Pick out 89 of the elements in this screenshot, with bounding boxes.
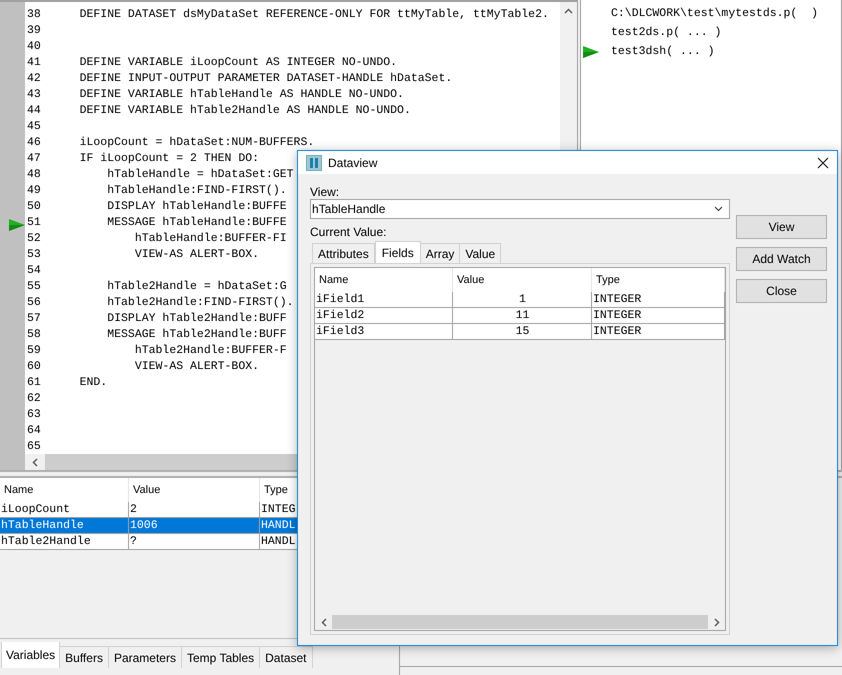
line-number: 60	[26, 359, 42, 376]
code-line: DEFINE VARIABLE hTable2Handle AS HANDLE NO-UNDO.	[78, 103, 411, 120]
code-line: DISPLAY hTable2Handle:BUFF	[106, 311, 287, 328]
tab[interactable]: Fields	[374, 241, 421, 263]
code-line: END.	[78, 375, 108, 392]
line-number: 47	[26, 151, 42, 168]
line-number: 49	[26, 183, 42, 200]
line-number: 65	[26, 439, 42, 456]
view-label: View:	[310, 184, 340, 199]
dialog-button[interactable]: Close	[736, 279, 827, 303]
line-number: 44	[26, 103, 42, 120]
table-cell: 1	[453, 292, 592, 307]
code-line: VIEW-AS ALERT-BOX.	[134, 359, 260, 376]
line-number: 56	[26, 295, 42, 312]
call-stack-item[interactable]: test2ds.p( ... )	[611, 24, 722, 42]
table-cell: INTEGER	[592, 324, 725, 339]
code-line: hTable2Handle:FIND-FIRST().	[106, 295, 294, 312]
tab[interactable]: Buffers	[60, 646, 109, 668]
code-line: MESSAGE hTableHandle:BUFFE	[106, 215, 287, 232]
close-icon[interactable]	[817, 156, 829, 168]
table-cell: 15	[453, 324, 592, 339]
line-number: 53	[26, 247, 42, 264]
code-line: VIEW-AS ALERT-BOX.	[134, 247, 260, 264]
tab[interactable]: Array	[420, 243, 460, 263]
code-line: iLoopCount = hDataSet:NUM-BUFFERS.	[78, 135, 314, 152]
code-line: hTable2Handle:BUFFER-F	[134, 343, 287, 360]
scroll-left-icon[interactable]	[32, 458, 38, 466]
code-line: IF iLoopCount = 2 THEN DO:	[78, 151, 260, 168]
code-line: DEFINE VARIABLE iLoopCount AS INTEGER NO-UNDO.	[78, 55, 398, 72]
app-icon	[306, 154, 322, 170]
line-number: 64	[26, 423, 42, 440]
tab[interactable]: Dataset	[260, 646, 312, 668]
table-cell: iLoopCount	[0, 502, 129, 517]
dropdown-chevron-icon	[714, 206, 723, 212]
line-number: 41	[26, 55, 42, 72]
line-number: 58	[26, 327, 42, 344]
line-number: 38	[26, 7, 42, 24]
dialog-button[interactable]: Add Watch	[736, 247, 827, 271]
line-number: 54	[26, 263, 42, 280]
line-number: 42	[26, 71, 42, 88]
tab[interactable]: Attributes	[312, 243, 375, 263]
code-line: hTable2Handle = hDataSet:G	[106, 279, 287, 296]
line-number: 63	[26, 407, 42, 424]
table-cell: INTEGER	[592, 292, 725, 307]
table-cell: hTable2Handle	[0, 534, 129, 549]
table-cell: 11	[453, 308, 592, 323]
line-number: 39	[26, 23, 42, 40]
line-number: 40	[26, 39, 42, 56]
table-cell: ?	[129, 534, 260, 549]
scroll-left-icon[interactable]	[320, 618, 326, 626]
table-cell: 2	[129, 502, 260, 517]
line-number: 62	[26, 391, 42, 408]
code-line: DEFINE DATASET dsMyDataSet REFERENCE-ONLY FOR ttMyTable, ttMyTable2.	[78, 7, 549, 24]
line-number: 55	[26, 279, 42, 296]
tab[interactable]: Parameters	[108, 646, 182, 668]
code-line: hTableHandle:BUFFER-FI	[134, 231, 287, 248]
code-line: MESSAGE hTable2Handle:BUFF	[106, 327, 287, 344]
table-cell: hTableHandle	[0, 518, 129, 533]
table-cell: 1006	[129, 518, 260, 533]
line-number: 59	[26, 343, 42, 360]
scroll-up-icon[interactable]	[564, 8, 573, 14]
table-cell: iField1	[315, 292, 453, 307]
table-cell: iField3	[315, 324, 453, 339]
call-stack-item[interactable]: test3dsh( ... )	[611, 42, 715, 60]
line-number: 61	[26, 375, 42, 392]
dialog-button[interactable]: View	[736, 215, 827, 239]
view-dropdown[interactable]: hTableHandle	[310, 199, 730, 219]
code-line: hTableHandle = hDataSet:GET	[106, 167, 294, 184]
line-number: 52	[26, 231, 42, 248]
line-number: 46	[26, 135, 42, 152]
tab[interactable]: Variables	[1, 642, 60, 668]
code-line: DEFINE VARIABLE hTableHandle AS HANDLE NO-UNDO.	[78, 87, 404, 104]
line-number: 50	[26, 199, 42, 216]
dialog-title: Dataview	[328, 154, 378, 172]
code-line: DISPLAY hTableHandle:BUFFE	[106, 199, 287, 216]
line-number: 43	[26, 87, 42, 104]
current-value-label: Current Value:	[310, 224, 388, 239]
line-number: 48	[26, 167, 42, 184]
code-line: DEFINE INPUT-OUTPUT PARAMETER DATASET-HANDLE hDataSet.	[78, 71, 452, 88]
tab[interactable]: Value	[460, 243, 502, 263]
line-number: 45	[26, 119, 42, 136]
tab[interactable]: Temp Tables	[182, 646, 260, 668]
table-cell: iField2	[315, 308, 453, 323]
table-cell: INTEGER	[592, 308, 725, 323]
line-number: 51	[26, 215, 42, 232]
call-stack-item[interactable]: C:\DLCWORK\test\mytestds.p( )	[611, 4, 818, 22]
scroll-right-icon[interactable]	[714, 618, 720, 626]
code-line: hTableHandle:FIND-FIRST().	[106, 183, 287, 200]
line-number: 57	[26, 311, 42, 328]
